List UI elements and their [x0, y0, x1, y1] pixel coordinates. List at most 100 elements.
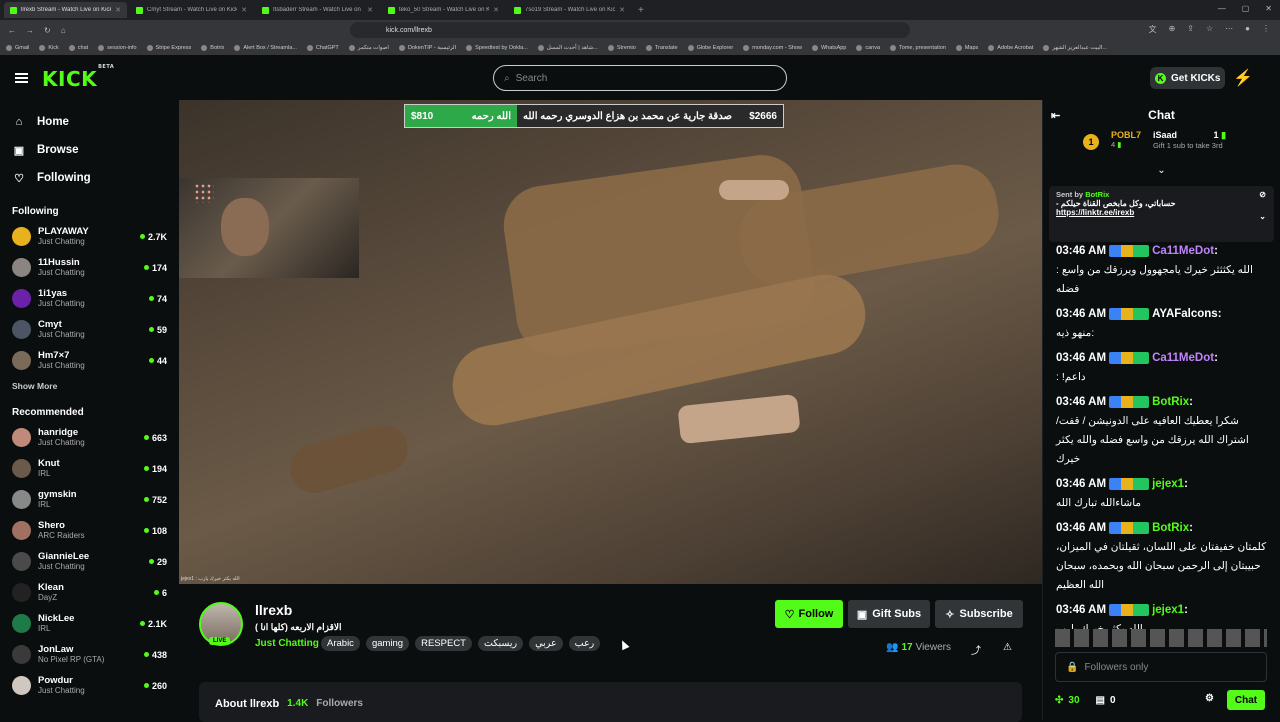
sidebar-channel[interactable]: GiannieLee Just Chatting 29: [0, 546, 178, 577]
sidebar-channel[interactable]: gymskin IRL 752: [0, 484, 178, 515]
stream-tag[interactable]: عربي: [529, 636, 563, 651]
bookmark-item[interactable]: Stripe Express: [146, 44, 191, 51]
gift-subs-button[interactable]: ▣ Gift Subs: [848, 600, 930, 628]
message-username[interactable]: BotRix: [1152, 396, 1189, 408]
stream-tag[interactable]: gaming: [365, 636, 410, 651]
message-username[interactable]: AYAFalcons: [1152, 308, 1218, 320]
sidebar-channel[interactable]: Cmyt Just Chatting 59: [0, 314, 178, 345]
chevron-down-icon[interactable]: ⌄: [1043, 166, 1280, 176]
show-more-link[interactable]: Show More: [0, 381, 178, 391]
sidebar-channel[interactable]: 1i1yas Just Chatting 74: [0, 283, 178, 314]
pinned-link[interactable]: https://linktr.ee/irexb: [1056, 208, 1267, 217]
sidebar-nav-browse[interactable]: ▣ Browse: [0, 136, 178, 164]
forward-icon[interactable]: →: [26, 26, 34, 35]
bookmark-item[interactable]: chat: [68, 44, 88, 51]
close-tab-icon[interactable]: ✕: [241, 6, 247, 14]
url-field[interactable]: kick.com/llrexb: [350, 22, 910, 38]
bookmark-item[interactable]: Translate: [645, 44, 678, 51]
browser-tab[interactable]: 7so19 Stream - Watch Live on Kick ✕: [508, 2, 631, 18]
bookmark-item[interactable]: Kick: [39, 44, 59, 51]
sidebar-channel[interactable]: NickLee IRL 2.1K: [0, 608, 178, 639]
unpin-icon[interactable]: ⊘: [1259, 190, 1266, 199]
bookmark-item[interactable]: Maps: [955, 44, 978, 51]
back-icon[interactable]: ←: [8, 26, 16, 35]
sidebar-channel[interactable]: Shero ARC Raiders 108: [0, 515, 178, 546]
emote-bar[interactable]: [1055, 629, 1267, 647]
stream-tag[interactable]: Arabic: [321, 636, 360, 651]
get-kicks-button[interactable]: K Get KICKs: [1150, 67, 1225, 89]
sidebar-channel[interactable]: PLAYAWAY Just Chatting 2.7K: [0, 221, 178, 252]
bookmark-item[interactable]: Stremio: [607, 44, 636, 51]
search-input[interactable]: ⌕ Search: [493, 65, 787, 91]
sidebar-channel[interactable]: Powdur Just Chatting 260: [0, 670, 178, 701]
subscribe-button[interactable]: ✧ Subscribe: [935, 600, 1023, 628]
message-username[interactable]: jejex1: [1152, 478, 1184, 490]
close-tab-icon[interactable]: ✕: [367, 6, 373, 14]
bookmark-item[interactable]: شاهد | أحدث المسل...: [537, 44, 598, 51]
message-username[interactable]: Ca11MeDot: [1152, 245, 1214, 257]
zoom-icon[interactable]: ⊕: [1169, 24, 1176, 35]
bookmark-item[interactable]: DokenTIP - الرئيسية: [398, 44, 456, 51]
bookmark-item[interactable]: Adobe Acrobat: [988, 44, 1033, 51]
bookmark-item[interactable]: canva: [856, 44, 880, 51]
chat-settings-icon[interactable]: ⚙: [1205, 693, 1214, 704]
stream-category[interactable]: Just Chatting: [255, 638, 319, 649]
stream-tag[interactable]: ريسبكت: [477, 636, 524, 651]
close-tab-icon[interactable]: ✕: [115, 6, 121, 14]
menu-dots-icon[interactable]: ⋮: [1262, 24, 1270, 35]
share-icon[interactable]: ⤴: [971, 642, 981, 657]
message-username[interactable]: jejex1: [1152, 604, 1184, 616]
bookmark-item[interactable]: Speedtest by Ookla...: [466, 44, 528, 51]
sidebar-nav-following[interactable]: ♡ Following: [0, 164, 178, 192]
browser-tab[interactable]: teko_50 Stream - Watch Live on Kick ✕: [382, 2, 505, 18]
browser-tab[interactable]: Itsbaderr Stream - Watch Live on Kick✕: [256, 2, 379, 18]
share-page-icon[interactable]: ⇪: [1187, 24, 1194, 35]
browser-tab[interactable]: Cmyt Stream - Watch Live on Kick ✕: [130, 2, 253, 18]
bookmark-star-icon[interactable]: ☆: [1206, 24, 1213, 35]
sidebar-channel[interactable]: 11Hussin Just Chatting 174: [0, 252, 178, 283]
stream-tag[interactable]: رعب: [568, 636, 601, 651]
sidebar-channel[interactable]: JonLaw No Pixel RP (GTA) 438: [0, 639, 178, 670]
bookmark-item[interactable]: Botrix: [201, 44, 224, 51]
bookmark-item[interactable]: Alert Box / Streamla...: [234, 44, 297, 51]
streamer-name[interactable]: llrexb: [255, 602, 292, 618]
report-icon[interactable]: ⚠: [1003, 642, 1012, 653]
bookmark-item[interactable]: اصوات متكمر: [348, 44, 389, 51]
browser-tab[interactable]: llrexb Stream - Watch Live on Kick ✕: [4, 2, 127, 18]
new-tab-button[interactable]: +: [638, 5, 644, 16]
minimize-icon[interactable]: —: [1218, 4, 1226, 13]
lightning-bolt-icon[interactable]: ⚡: [1233, 68, 1253, 88]
video-player[interactable]: $810 الله رحمه صدقة جارية عن محمد بن هزاع…: [179, 100, 1042, 584]
maximize-icon[interactable]: ▢: [1242, 4, 1250, 13]
bookmark-item[interactable]: البيت عبدالعزيز الشهر...: [1043, 44, 1107, 51]
sidebar-nav-home[interactable]: ⌂ Home: [0, 108, 178, 136]
bookmark-item[interactable]: Gmail: [6, 44, 29, 51]
sidebar-channel[interactable]: Klean DayZ 6: [0, 577, 178, 608]
sidebar-channel[interactable]: Knut IRL 194: [0, 453, 178, 484]
stream-tag[interactable]: RESPECT: [415, 636, 472, 651]
collapse-chat-icon[interactable]: ⇤: [1051, 109, 1060, 122]
send-chat-button[interactable]: Chat: [1227, 690, 1265, 710]
bookmark-item[interactable]: WhatsApp: [811, 44, 846, 51]
bookmark-item[interactable]: session-info: [98, 44, 137, 51]
close-window-icon[interactable]: ✕: [1265, 4, 1272, 13]
gift-box-icon[interactable]: ▤: [1096, 695, 1105, 706]
bookmark-item[interactable]: Globe Explorer: [687, 44, 733, 51]
close-tab-icon[interactable]: ✕: [493, 6, 499, 14]
close-tab-icon[interactable]: ✕: [619, 6, 625, 14]
home-browser-icon[interactable]: ⌂: [61, 26, 66, 35]
bookmark-item[interactable]: ChatGPT: [306, 44, 339, 51]
bookmark-item[interactable]: monday.com - Show: [743, 44, 802, 51]
sidebar-channel[interactable]: Hm7×7 Just Chatting 44: [0, 345, 178, 376]
expand-pinned-icon[interactable]: ⌄: [1259, 212, 1266, 221]
bookmark-item[interactable]: Tome, presentation: [890, 44, 946, 51]
chat-input[interactable]: 🔒 Followers only: [1055, 652, 1267, 682]
message-username[interactable]: BotRix: [1152, 522, 1189, 534]
hamburger-menu-icon[interactable]: [15, 73, 28, 83]
profile-icon[interactable]: ●: [1245, 24, 1250, 35]
extensions-icon[interactable]: ⋯: [1225, 24, 1233, 35]
sidebar-channel[interactable]: hanridge Just Chatting 663: [0, 422, 178, 453]
message-username[interactable]: Ca11MeDot: [1152, 352, 1214, 364]
reload-icon[interactable]: ↻: [44, 26, 51, 35]
kick-logo[interactable]: KICKBETA: [42, 64, 114, 91]
